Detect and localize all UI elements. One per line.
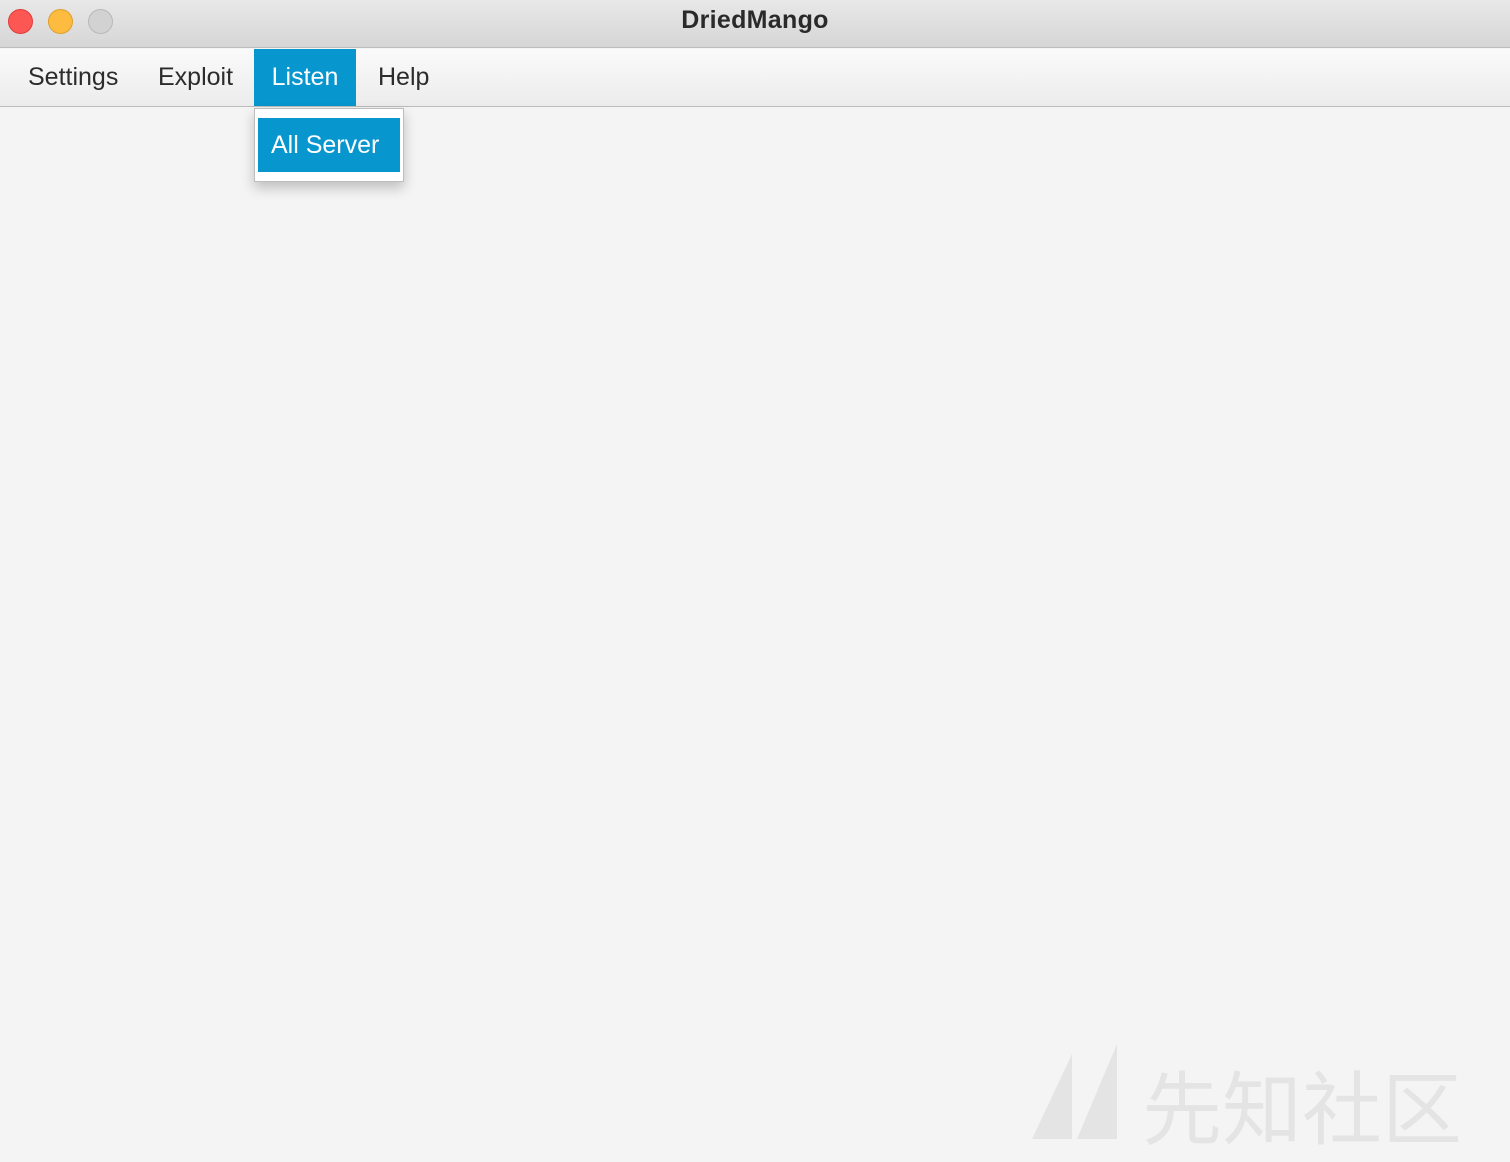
menu-item-all-server[interactable]: All Server [258, 118, 400, 172]
watermark: 先知社区 [1032, 1044, 1482, 1157]
menu-help[interactable]: Help [360, 49, 447, 106]
menu-listen[interactable]: Listen [254, 49, 356, 106]
menu-bar: Settings Exploit Listen Help [0, 49, 1510, 107]
app-window: DriedMango Settings Exploit Listen Help … [0, 0, 1510, 1162]
title-bar: DriedMango [0, 0, 1510, 48]
menu-settings[interactable]: Settings [10, 49, 136, 106]
listen-dropdown-menu: All Server [254, 108, 404, 182]
watermark-logo-icon [1032, 1044, 1117, 1139]
watermark-text: 先知社区 [1142, 1064, 1462, 1157]
window-title: DriedMango [681, 6, 829, 34]
menu-exploit[interactable]: Exploit [140, 49, 251, 106]
